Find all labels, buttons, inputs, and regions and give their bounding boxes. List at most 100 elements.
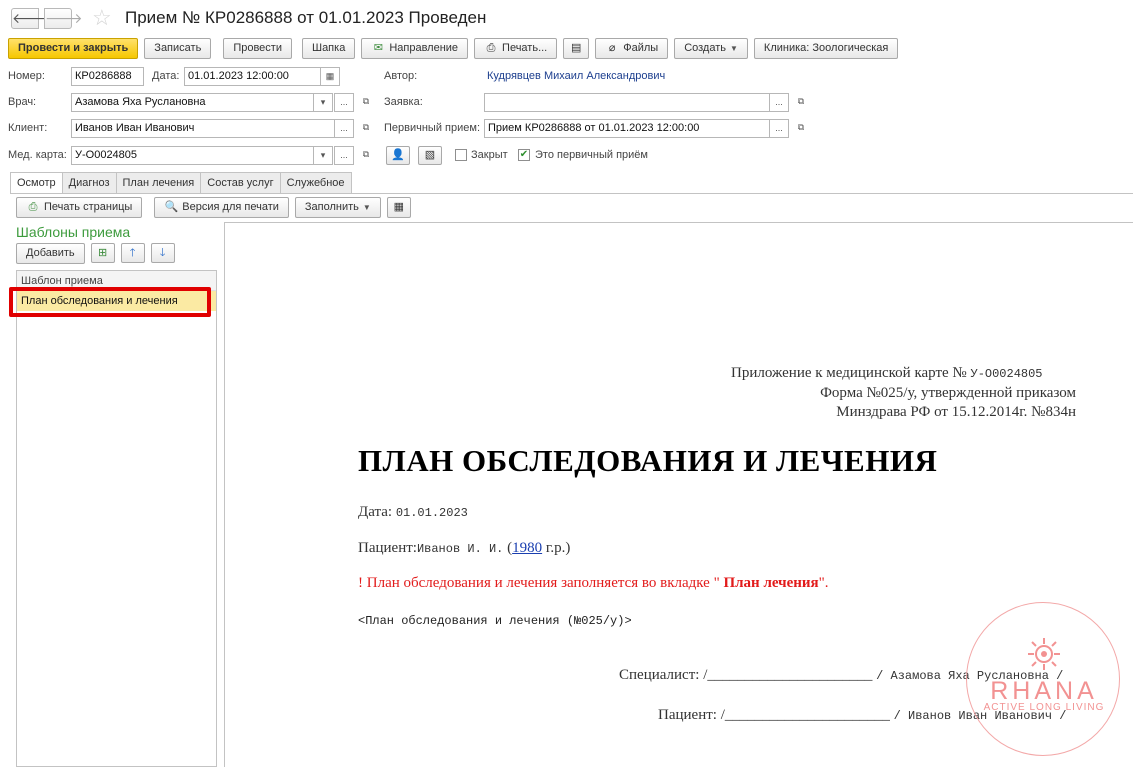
author-label: Автор: — [384, 70, 418, 82]
print-button[interactable]: ⎙ Печать... — [474, 38, 558, 59]
appendix-line: Приложение к медицинской карте № У-О0024… — [731, 365, 1043, 382]
tab-divider — [10, 193, 1133, 194]
post-and-close-button[interactable]: Провести и закрыть — [8, 38, 139, 59]
primary-visit-select-icon[interactable]: ... — [769, 119, 789, 138]
calendar-icon[interactable]: ▦ — [320, 67, 340, 86]
client-label: Клиент: — [8, 122, 48, 134]
print-version-button[interactable]: 🔍 Версия для печати — [154, 197, 289, 218]
client-field[interactable]: Иванов Иван Иванович — [71, 119, 335, 138]
templates-toolbar: Добавить ⊞ 🡑 🡓 — [16, 243, 175, 264]
paperclip-icon: ⌀ — [608, 42, 616, 54]
appendix-text: Приложение к медицинской карте № — [731, 365, 967, 381]
patient-line: Пациент:Иванов И. И. (1980 г.р.) — [358, 540, 570, 557]
request-open-icon[interactable]: ⧉ — [791, 93, 811, 112]
report-button[interactable]: ▤ — [563, 38, 590, 59]
document-heading: ПЛАН ОБСЛЕДОВАНИЯ И ЛЕЧЕНИЯ — [358, 443, 938, 478]
date-line: Дата: 01.01.2023 — [358, 504, 468, 521]
patient-sign-label: Пациент: — [658, 707, 717, 723]
tab-services[interactable]: Состав услуг — [201, 172, 281, 194]
files-button[interactable]: ⌀ Файлы — [595, 38, 669, 59]
number-field[interactable]: КР0286888 — [71, 67, 144, 86]
card-number: У-О0024805 — [970, 367, 1043, 381]
templates-list: Шаблон приема План обследования и лечени… — [16, 270, 217, 767]
referral-label: Направление — [389, 42, 459, 54]
med-card-open-icon[interactable]: ⧉ — [356, 146, 376, 165]
doctor-select-icon[interactable]: ... — [334, 93, 354, 112]
doc-date: 01.01.2023 — [395, 506, 468, 520]
fill-note: ! План обследования и лечения заполняетс… — [358, 575, 829, 592]
rhana-watermark: RHANA ACTIVE LONG LIVING — [966, 602, 1120, 756]
doc-patient-label: Пациент: — [358, 540, 417, 556]
client-select-icon[interactable]: ... — [334, 119, 354, 138]
med-card-select-icon[interactable]: ... — [334, 146, 354, 165]
patient-photo-icon[interactable]: 👤 — [386, 146, 410, 165]
calendar-button[interactable]: ▦ — [386, 197, 411, 218]
tab-diagnosis[interactable]: Диагноз — [62, 172, 117, 194]
request-label: Заявка: — [384, 96, 423, 108]
request-select-icon[interactable]: ... — [769, 93, 789, 112]
clinic-button[interactable]: Клиника: Зоологическая — [753, 38, 899, 59]
window-title: Прием № КР0286888 от 01.01.2023 Проведен — [125, 8, 487, 27]
report-icon: ▤ — [571, 42, 582, 54]
patient-sign-line: /______________________ — [720, 707, 890, 723]
tab-examination[interactable]: Осмотр — [10, 172, 63, 194]
doctor-open-icon[interactable]: ⧉ — [356, 93, 376, 112]
client-open-icon[interactable]: ⧉ — [356, 119, 376, 138]
request-field[interactable] — [484, 93, 770, 112]
tab-service-info[interactable]: Служебное — [280, 172, 352, 194]
fill-label: Заполнить — [304, 201, 359, 213]
doc-patient-name: Иванов И. И. — [416, 542, 504, 556]
print-preview-icon: 🔍 — [164, 201, 179, 213]
tab-treatment-plan[interactable]: План лечения — [116, 172, 202, 194]
favorite-star-icon[interactable]: ☆ — [92, 5, 112, 31]
header-button[interactable]: Шапка — [301, 38, 356, 59]
author-link[interactable]: Кудрявцев Михаил Александрович — [487, 70, 665, 82]
post-button[interactable]: Провести — [223, 38, 292, 59]
add-group-icon[interactable]: ⊞ — [90, 243, 115, 263]
print-label: Печать... — [502, 42, 548, 54]
order-line: Минздрава РФ от 15.12.2014г. №834н — [836, 404, 1076, 420]
form-line: Форма №025/у, утвержденной приказом — [820, 385, 1076, 401]
doctor-dropdown-icon[interactable]: ▾ — [313, 93, 333, 112]
document-toolbar: ⎙ Печать страницы 🔍 Версия для печати За… — [16, 197, 411, 218]
note-bold: План лечения — [719, 575, 819, 591]
med-card-dropdown-icon[interactable]: ▾ — [313, 146, 333, 165]
date-label: Дата: — [152, 70, 180, 82]
move-up-icon[interactable]: 🡑 — [120, 243, 145, 263]
create-label: Создать — [684, 42, 726, 54]
chevron-down-icon: ▼ — [362, 203, 371, 212]
files-label: Файлы — [623, 42, 659, 54]
med-card-field[interactable]: У-О0024805 — [71, 146, 314, 165]
specialist-label: Специалист: — [619, 667, 700, 683]
is-primary-label: Это первичный приём — [535, 149, 648, 161]
rhana-logo-icon — [1028, 638, 1060, 670]
plan-placeholder: <План обследования и лечения (№025/у)> — [358, 614, 632, 628]
back-arrow-icon[interactable]: 🡐 — [11, 8, 50, 29]
save-button[interactable]: Записать — [144, 38, 212, 59]
date-field[interactable]: 01.01.2023 12:00:00 — [184, 67, 321, 86]
referral-button[interactable]: ✉ Направление — [361, 38, 469, 59]
print-version-label: Версия для печати — [182, 201, 279, 213]
note-suffix: ". — [818, 575, 829, 591]
birth-year-link[interactable]: 1980 — [512, 540, 542, 556]
closed-label: Закрыт — [471, 149, 508, 161]
forward-arrow-icon[interactable]: 🡒 — [44, 8, 83, 29]
closed-checkbox[interactable] — [455, 149, 467, 161]
print-page-label: Печать страницы — [44, 201, 133, 213]
watermark-tagline: ACTIVE LONG LIVING — [983, 702, 1105, 713]
med-card-label: Мед. карта: — [8, 149, 67, 161]
calendar-icon: ▦ — [393, 201, 405, 213]
templates-title: Шаблоны приема — [16, 224, 131, 240]
doctor-field[interactable]: Азамова Яха Руслановна — [71, 93, 314, 112]
primary-visit-field[interactable]: Прием КР0286888 от 01.01.2023 12:00:00 — [484, 119, 770, 138]
referral-icon: ✉ — [373, 42, 383, 54]
add-template-button[interactable]: Добавить — [16, 243, 85, 264]
is-primary-checkbox[interactable]: ✔ — [518, 149, 530, 161]
primary-visit-open-icon[interactable]: ⧉ — [791, 119, 811, 138]
create-button[interactable]: Создать ▼ — [674, 38, 748, 59]
printer-icon: ⎙ — [486, 42, 496, 54]
image-icon[interactable]: ▧ — [418, 146, 442, 165]
print-page-button[interactable]: ⎙ Печать страницы — [16, 197, 143, 218]
fill-button[interactable]: Заполнить ▼ — [294, 197, 381, 218]
move-down-icon[interactable]: 🡓 — [150, 243, 175, 263]
